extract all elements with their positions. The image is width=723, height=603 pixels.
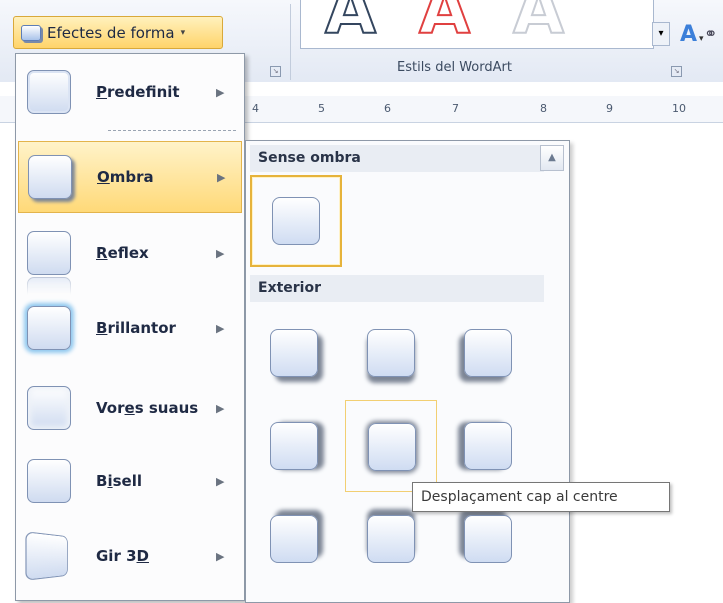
outer-shadow-bottom-right-icon	[270, 329, 318, 377]
ruler-label: 9	[606, 102, 613, 115]
menu-item-shadow[interactable]: Ombra ▶	[18, 141, 242, 213]
chevron-down-icon: ▾	[180, 27, 186, 38]
wordart-style-red[interactable]: A	[418, 0, 471, 48]
tooltip: Desplaçament cap al centre	[412, 482, 670, 512]
shadow-option-outer[interactable]	[248, 307, 340, 399]
outer-shadow-left-icon	[464, 422, 512, 470]
menu-item-label: Gir 3D	[96, 547, 149, 565]
outer-shadow-top-right-icon	[270, 515, 318, 563]
ruler-label: 4	[252, 102, 259, 115]
scroll-up-button[interactable]: ▲	[540, 145, 564, 171]
access-key: P	[96, 83, 107, 101]
menu-item-reflection[interactable]: Reflex ▶	[18, 217, 242, 289]
menu-item-label: Bisell	[96, 472, 142, 490]
gallery-more-button[interactable]: ▾	[652, 22, 670, 46]
access-key: B	[96, 319, 108, 337]
reflection-effect-icon	[27, 231, 71, 275]
dialog-launcher-icon[interactable]: ↘	[671, 66, 682, 77]
access-key: i	[107, 472, 113, 490]
shadow-option-outer[interactable]	[442, 400, 534, 492]
wordart-style-gray[interactable]: A	[512, 0, 565, 48]
submenu-arrow-icon: ▶	[216, 549, 225, 563]
section-header-outer: Exterior	[250, 275, 544, 302]
preset-effect-icon	[27, 70, 71, 114]
shape-effects-label: Efectes de forma	[47, 23, 175, 42]
dialog-launcher-icon[interactable]: ↘	[270, 66, 281, 77]
ruler-label: 6	[384, 102, 391, 115]
ruler-label: 7	[452, 102, 459, 115]
wordart-styles-gallery[interactable]: A A A	[300, 0, 654, 49]
ruler-label: 8	[540, 102, 547, 115]
3d-rotation-effect-icon	[25, 531, 68, 581]
outer-shadow-top-icon	[367, 515, 415, 563]
menu-item-label: Reflex	[96, 244, 149, 262]
shape-effects-menu: Predefinit ▶ Ombra ▶ Reflex ▶ Brillantor…	[15, 53, 245, 601]
submenu-arrow-icon: ▶	[216, 401, 225, 415]
shadow-option-none[interactable]	[250, 175, 342, 267]
group-separator	[290, 4, 291, 80]
shadow-option-outer[interactable]	[248, 493, 340, 585]
access-key: O	[97, 168, 110, 186]
shadow-option-offset-center[interactable]	[345, 400, 437, 492]
section-header-no-shadow: Sense ombra	[250, 145, 544, 172]
glow-effect-icon	[27, 306, 71, 350]
ruler-label: 5	[318, 102, 325, 115]
shadow-option-outer[interactable]	[442, 307, 534, 399]
text-fill-button[interactable]: A ▾	[680, 22, 704, 47]
menu-item-label: Brillantor	[96, 319, 176, 337]
outer-shadow-right-icon	[270, 422, 318, 470]
menu-item-soft-edges[interactable]: Vores suaus ▶	[18, 372, 242, 444]
soft-edges-effect-icon	[27, 386, 71, 430]
access-key: e	[124, 399, 135, 417]
submenu-arrow-icon: ▶	[216, 474, 225, 488]
menu-item-3d-rotation[interactable]: Gir 3D ▶	[18, 520, 242, 592]
access-key: D	[136, 547, 149, 565]
shadow-option-outer[interactable]	[248, 400, 340, 492]
shadow-option-outer[interactable]	[345, 307, 437, 399]
submenu-arrow-icon: ▶	[216, 321, 225, 335]
submenu-arrow-icon: ▶	[216, 246, 225, 260]
bevel-effect-icon	[27, 459, 71, 503]
menu-item-label: Vores suaus	[96, 399, 199, 417]
shape-effects-icon	[21, 24, 41, 41]
wordart-group-label: Estils del WordArt	[397, 60, 512, 75]
text-fill-letter: A	[680, 22, 698, 47]
menu-item-label: Predefinit	[96, 83, 180, 101]
link-icon[interactable]: ⚭	[704, 24, 717, 43]
menu-item-label: Ombra	[97, 168, 154, 186]
shadow-effect-icon	[28, 155, 72, 199]
access-key: R	[96, 244, 108, 262]
outer-shadow-bottom-left-icon	[464, 329, 512, 377]
shape-effects-button[interactable]: Efectes de forma ▾	[13, 16, 223, 49]
outer-shadow-center-icon	[368, 423, 416, 471]
wordart-style-outline[interactable]: A	[324, 0, 377, 48]
no-shadow-icon	[272, 197, 320, 245]
menu-item-bevel[interactable]: Bisell ▶	[18, 445, 242, 517]
outer-shadow-top-left-icon	[464, 515, 512, 563]
menu-item-preset[interactable]: Predefinit ▶	[18, 56, 242, 128]
menu-separator	[108, 130, 236, 131]
ruler-label: 10	[672, 102, 686, 115]
submenu-arrow-icon: ▶	[216, 85, 225, 99]
chevron-down-icon: ▾	[699, 34, 704, 44]
outer-shadow-bottom-icon	[367, 329, 415, 377]
menu-item-glow[interactable]: Brillantor ▶	[18, 292, 242, 364]
shadow-submenu: Sense ombra ▲ Exterior	[245, 140, 570, 603]
submenu-arrow-icon: ▶	[217, 170, 226, 184]
